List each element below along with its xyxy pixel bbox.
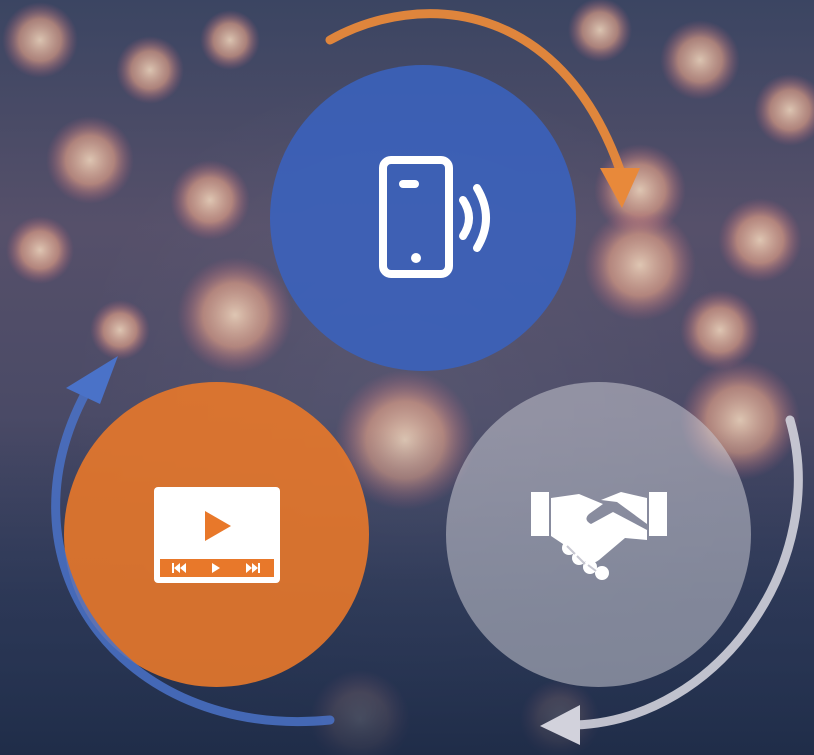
- phone-node: [270, 65, 576, 371]
- smartphone-wireless-icon: [379, 156, 490, 278]
- cycle-diagram: [0, 0, 814, 755]
- video-player-icon: [153, 486, 280, 583]
- video-node: [64, 382, 369, 687]
- handshake-node: [446, 382, 751, 687]
- handshake-icon: [530, 491, 667, 580]
